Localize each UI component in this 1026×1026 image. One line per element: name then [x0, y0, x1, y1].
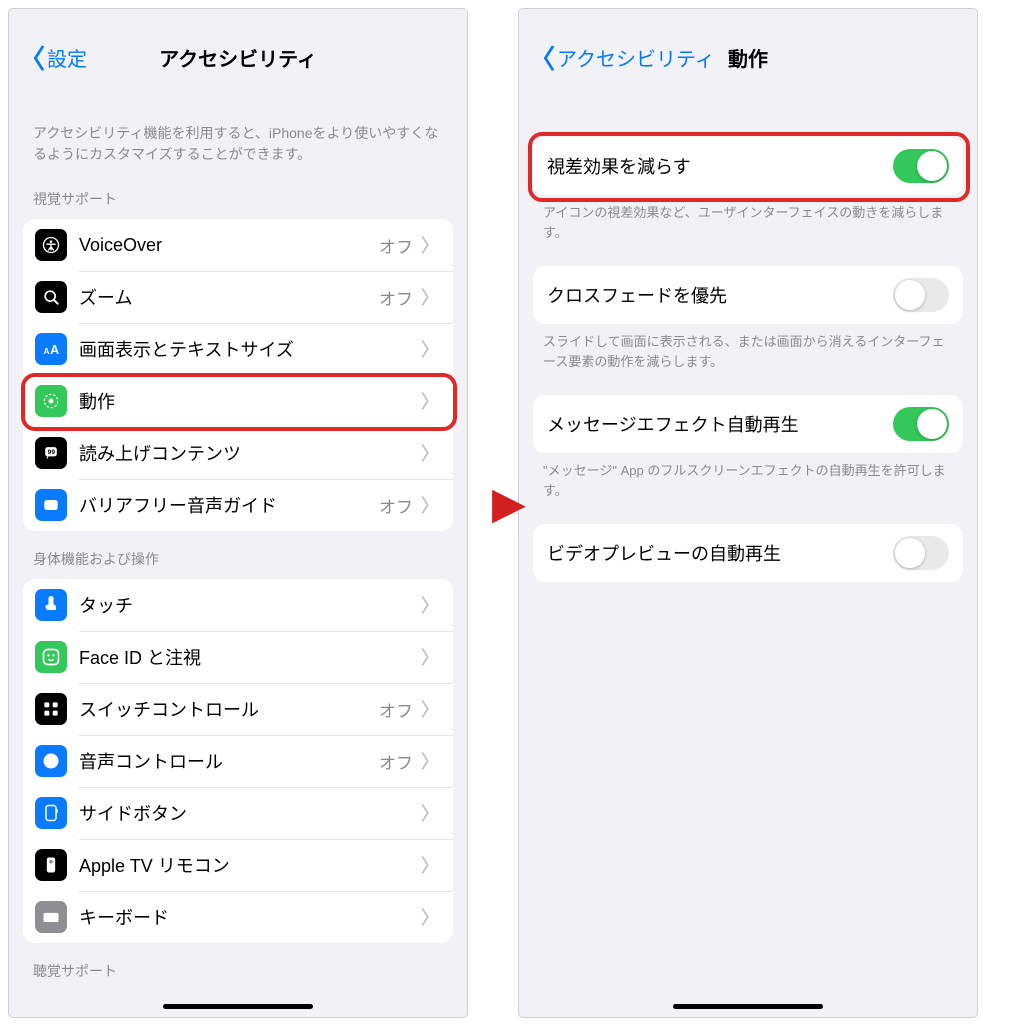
row-keyboard[interactable]: キーボード 〉: [23, 891, 453, 943]
row-motion[interactable]: 動作 〉: [23, 375, 453, 427]
back-label: アクセシビリティ: [557, 43, 715, 72]
row-label: ズーム: [79, 284, 379, 310]
row-label: タッチ: [79, 592, 421, 618]
chevron-right-icon: 〉: [421, 904, 439, 930]
row-label: 視差効果を減らす: [547, 153, 893, 179]
sidebtn-icon: [35, 797, 67, 829]
chevron-right-icon: 〉: [421, 644, 439, 670]
row-voiceover[interactable]: VoiceOver オフ 〉: [23, 219, 453, 271]
section-hearing-label: 聴覚サポート: [9, 943, 467, 981]
row-appletv[interactable]: Apple TV リモコン 〉: [23, 839, 453, 891]
chevron-right-icon: 〉: [421, 284, 439, 310]
row-voicectl[interactable]: 音声コントロール オフ 〉: [23, 735, 453, 787]
chevron-right-icon: 〉: [421, 800, 439, 826]
chevron-right-icon: 〉: [421, 440, 439, 466]
row-label: 音声コントロール: [79, 748, 379, 774]
row-reduce-motion: 視差効果を減らす: [533, 137, 963, 195]
row-label: メッセージエフェクト自動再生: [547, 411, 893, 437]
row-label: サイドボタン: [79, 800, 421, 826]
row-touch[interactable]: タッチ 〉: [23, 579, 453, 631]
toggle-crossfade[interactable]: [893, 278, 949, 312]
textsize-icon: [35, 333, 67, 365]
row-label: 画面表示とテキストサイズ: [79, 336, 421, 362]
row-switch[interactable]: スイッチコントロール オフ 〉: [23, 683, 453, 735]
row-label: ビデオプレビューの自動再生: [547, 540, 893, 566]
row-label: 動作: [79, 388, 421, 414]
grid-icon: [35, 693, 67, 725]
row-audiodesc[interactable]: バリアフリー音声ガイド オフ 〉: [23, 479, 453, 531]
back-button[interactable]: 〈 アクセシビリティ: [529, 39, 715, 76]
footer-reduce-motion: アイコンの視差効果など、ユーザインターフェイスの動きを減らします。: [519, 195, 977, 258]
row-status: オフ: [379, 285, 413, 310]
audiodesc-icon: [35, 489, 67, 521]
arrow-right-icon: ▶: [492, 478, 526, 529]
section-physical-label: 身体機能および操作: [9, 531, 467, 575]
row-sidebtn[interactable]: サイドボタン 〉: [23, 787, 453, 839]
motion-screen: 〈 アクセシビリティ 動作 視差効果を減らす アイコンの視差効果など、ユーザイン…: [518, 8, 978, 1018]
section-vision-label: 視覚サポート: [9, 171, 467, 215]
chevron-right-icon: 〉: [421, 492, 439, 518]
row-status: オフ: [379, 749, 413, 774]
physical-group: タッチ 〉 Face ID と注視 〉 スイッチコントロール オフ 〉 音声コン…: [23, 579, 453, 943]
row-label: Face ID と注視: [79, 644, 421, 670]
home-indicator[interactable]: [673, 1004, 823, 1009]
row-crossfade: クロスフェードを優先: [533, 266, 963, 324]
toggle-video-preview[interactable]: [893, 536, 949, 570]
group-msg-effects: メッセージエフェクト自動再生: [533, 395, 963, 453]
motion-icon: [35, 385, 67, 417]
row-label: Apple TV リモコン: [79, 852, 421, 878]
row-status: オフ: [379, 233, 413, 258]
speech-icon: [35, 437, 67, 469]
toggle-reduce-motion[interactable]: [893, 149, 949, 183]
chevron-right-icon: 〉: [421, 232, 439, 258]
accessibility-icon: [35, 229, 67, 261]
group-video-preview: ビデオプレビューの自動再生: [533, 524, 963, 582]
footer-crossfade: スライドして画面に表示される、または画面から消えるインターフェース要素の動作を減…: [519, 324, 977, 387]
chevron-right-icon: 〉: [421, 696, 439, 722]
row-display[interactable]: 画面表示とテキストサイズ 〉: [23, 323, 453, 375]
row-spoken[interactable]: 読み上げコンテンツ 〉: [23, 427, 453, 479]
group-reduce-motion: 視差効果を減らす: [533, 137, 963, 195]
appletv-icon: [35, 849, 67, 881]
toggle-msg-effects[interactable]: [893, 407, 949, 441]
nav-bar: 〈 設定 アクセシビリティ: [9, 9, 467, 105]
intro-text: アクセシビリティ機能を利用すると、iPhoneをより使いやすくなるようにカスタマ…: [9, 105, 467, 171]
group-crossfade: クロスフェードを優先: [533, 266, 963, 324]
chevron-right-icon: 〉: [421, 748, 439, 774]
back-button[interactable]: 〈 設定: [19, 39, 87, 76]
row-label: 読み上げコンテンツ: [79, 440, 421, 466]
chevron-left-icon: 〈: [529, 39, 555, 76]
row-label: キーボード: [79, 904, 421, 930]
row-label: バリアフリー音声ガイド: [79, 492, 379, 518]
nav-bar: 〈 アクセシビリティ 動作: [519, 9, 977, 105]
row-faceid[interactable]: Face ID と注視 〉: [23, 631, 453, 683]
row-zoom[interactable]: ズーム オフ 〉: [23, 271, 453, 323]
chevron-right-icon: 〉: [421, 852, 439, 878]
chevron-right-icon: 〉: [421, 388, 439, 414]
touch-icon: [35, 589, 67, 621]
home-indicator[interactable]: [163, 1004, 313, 1009]
row-label: スイッチコントロール: [79, 696, 379, 722]
row-status: オフ: [379, 493, 413, 518]
chevron-right-icon: 〉: [421, 592, 439, 618]
zoom-icon: [35, 281, 67, 313]
faceid-icon: [35, 641, 67, 673]
row-msg-effects: メッセージエフェクト自動再生: [533, 395, 963, 453]
chevron-left-icon: 〈: [19, 39, 45, 76]
back-label: 設定: [47, 43, 87, 72]
row-video-preview: ビデオプレビューの自動再生: [533, 524, 963, 582]
accessibility-screen: 〈 設定 アクセシビリティ アクセシビリティ機能を利用すると、iPhoneをより…: [8, 8, 468, 1018]
vision-group: VoiceOver オフ 〉 ズーム オフ 〉 画面表示とテキストサイズ 〉 動…: [23, 219, 453, 531]
keyboard-icon: [35, 901, 67, 933]
footer-msg-effects: "メッセージ" App のフルスクリーンエフェクトの自動再生を許可します。: [519, 453, 977, 516]
row-label: クロスフェードを優先: [547, 282, 893, 308]
row-label: VoiceOver: [79, 235, 379, 256]
voicectl-icon: [35, 745, 67, 777]
row-status: オフ: [379, 697, 413, 722]
chevron-right-icon: 〉: [421, 336, 439, 362]
